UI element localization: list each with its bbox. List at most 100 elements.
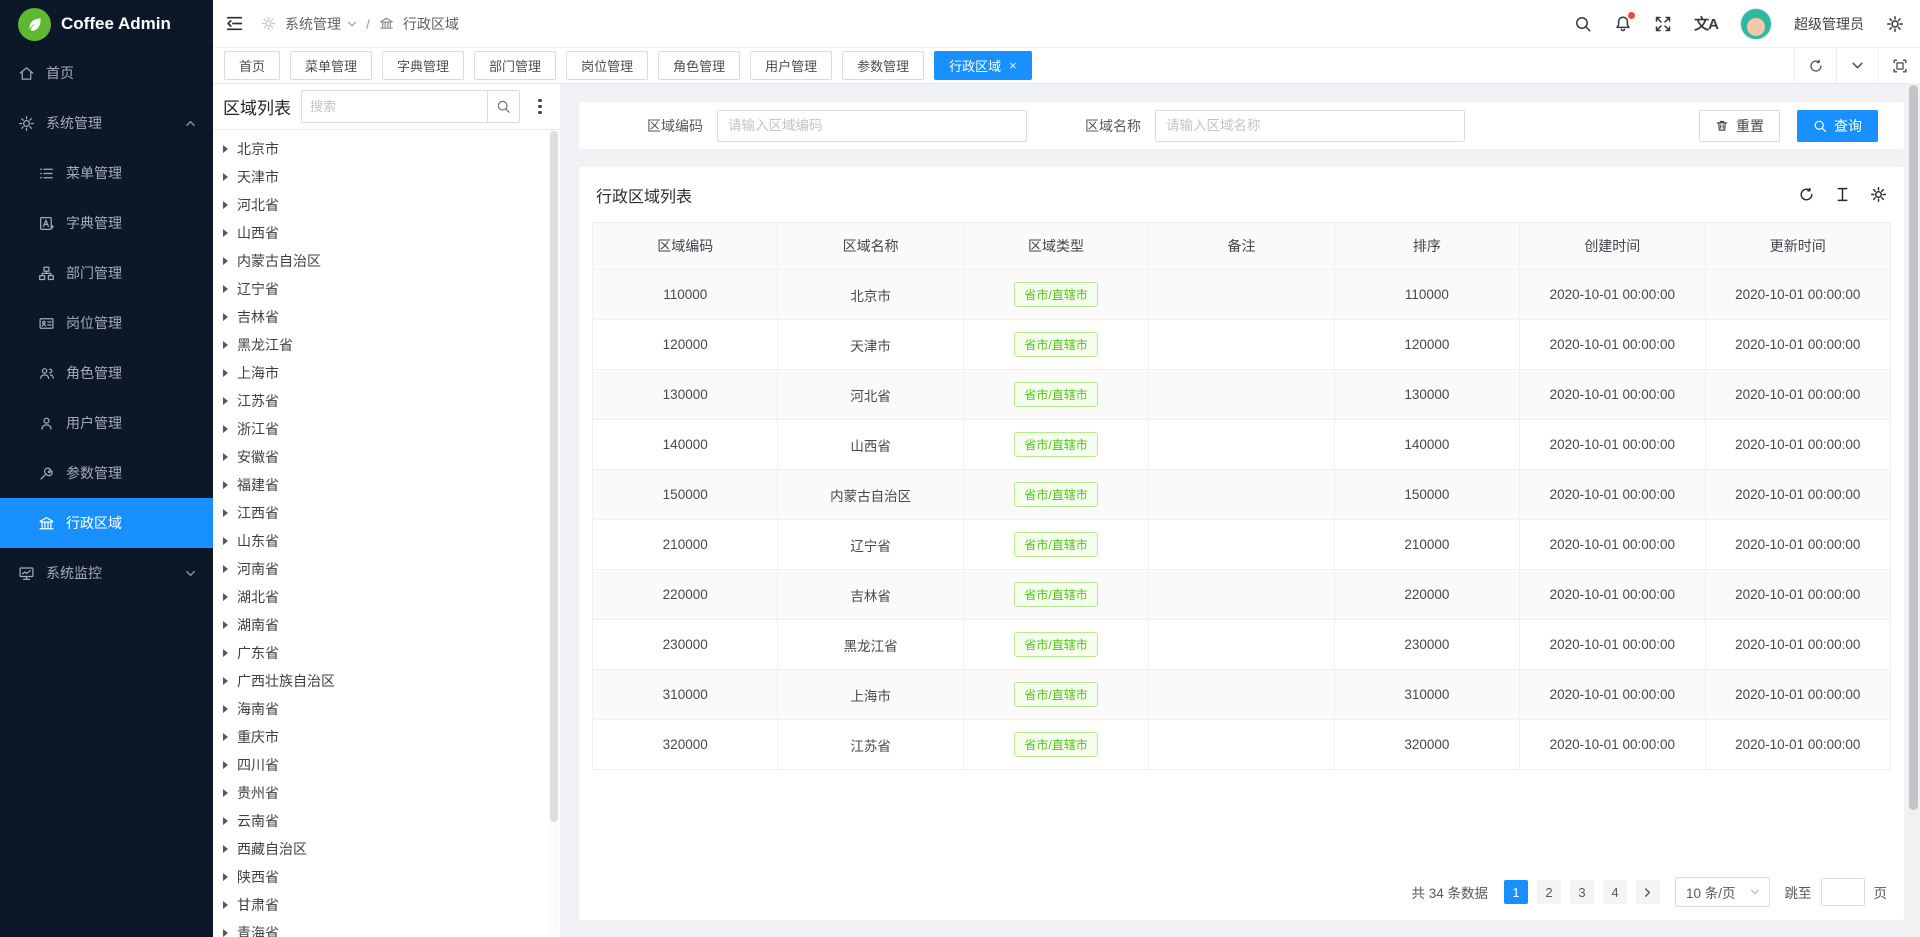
tab[interactable]: 部门管理 <box>474 51 556 80</box>
settings-gear-icon[interactable] <box>1886 15 1904 33</box>
tree-item[interactable]: 安徽省 <box>223 443 560 471</box>
tab[interactable]: 岗位管理 <box>566 51 648 80</box>
tree-item[interactable]: 广东省 <box>223 639 560 667</box>
caret-right-icon[interactable] <box>223 453 228 461</box>
tree-scrollbar-thumb[interactable] <box>550 131 558 822</box>
page-size-select[interactable]: 10 条/页 <box>1675 877 1770 907</box>
caret-right-icon[interactable] <box>223 705 228 713</box>
tree-item[interactable]: 重庆市 <box>223 723 560 751</box>
menu-fold-icon[interactable] <box>225 14 244 33</box>
caret-right-icon[interactable] <box>223 173 228 181</box>
tree-item[interactable]: 河南省 <box>223 555 560 583</box>
caret-right-icon[interactable] <box>223 621 228 629</box>
tree-item[interactable]: 湖南省 <box>223 611 560 639</box>
tree-item[interactable]: 江西省 <box>223 499 560 527</box>
search-icon[interactable] <box>1574 15 1592 33</box>
caret-right-icon[interactable] <box>223 509 228 517</box>
tab[interactable]: 首页 <box>224 51 280 80</box>
notification-bell[interactable] <box>1614 15 1632 33</box>
tree-item[interactable]: 天津市 <box>223 163 560 191</box>
translate-icon[interactable]: 文A <box>1694 13 1718 34</box>
main-scrollbar-thumb[interactable] <box>1909 85 1918 810</box>
page-button[interactable]: 3 <box>1570 880 1594 904</box>
tree-item[interactable]: 青海省 <box>223 919 560 937</box>
tab[interactable]: 行政区域 <box>934 51 1032 80</box>
caret-right-icon[interactable] <box>223 593 228 601</box>
tab[interactable]: 角色管理 <box>658 51 740 80</box>
region-name-input[interactable] <box>1155 110 1465 142</box>
caret-right-icon[interactable] <box>223 201 228 209</box>
caret-right-icon[interactable] <box>223 565 228 573</box>
tree-search-button[interactable] <box>487 91 519 122</box>
page-button[interactable]: 4 <box>1603 880 1627 904</box>
caret-right-icon[interactable] <box>223 257 228 265</box>
caret-right-icon[interactable] <box>223 649 228 657</box>
tab[interactable]: 用户管理 <box>750 51 832 80</box>
reset-button[interactable]: 重置 <box>1699 110 1780 142</box>
sidebar-item-post-mgmt[interactable]: 岗位管理 <box>0 298 213 348</box>
caret-right-icon[interactable] <box>223 537 228 545</box>
tree-item[interactable]: 内蒙古自治区 <box>223 247 560 275</box>
avatar[interactable] <box>1740 8 1772 40</box>
caret-right-icon[interactable] <box>223 733 228 741</box>
tree-item[interactable]: 山西省 <box>223 219 560 247</box>
tree-scrollbar[interactable] <box>549 131 559 935</box>
next-page-button[interactable] <box>1636 880 1660 904</box>
tree-item[interactable]: 贵州省 <box>223 779 560 807</box>
caret-right-icon[interactable] <box>223 229 228 237</box>
caret-right-icon[interactable] <box>223 901 228 909</box>
tree-item[interactable]: 湖北省 <box>223 583 560 611</box>
sidebar-item-dict-mgmt[interactable]: 字典管理 <box>0 198 213 248</box>
tab[interactable]: 菜单管理 <box>290 51 372 80</box>
tree-search-input[interactable] <box>302 91 487 122</box>
sidebar-item-param-mgmt[interactable]: 参数管理 <box>0 448 213 498</box>
tree-item[interactable]: 云南省 <box>223 807 560 835</box>
region-code-input[interactable] <box>717 110 1027 142</box>
caret-right-icon[interactable] <box>223 929 228 937</box>
tree-item[interactable]: 江苏省 <box>223 387 560 415</box>
sidebar-item-user-mgmt[interactable]: 用户管理 <box>0 398 213 448</box>
tree-item[interactable]: 西藏自治区 <box>223 835 560 863</box>
sidebar-item-menu-mgmt[interactable]: 菜单管理 <box>0 148 213 198</box>
tree-item[interactable]: 吉林省 <box>223 303 560 331</box>
page-button[interactable]: 2 <box>1537 880 1561 904</box>
caret-right-icon[interactable] <box>223 677 228 685</box>
tree-item[interactable]: 河北省 <box>223 191 560 219</box>
tree-item[interactable]: 福建省 <box>223 471 560 499</box>
tab-options-button[interactable] <box>1836 48 1878 83</box>
sidebar-item-role-mgmt[interactable]: 角色管理 <box>0 348 213 398</box>
tab[interactable]: 参数管理 <box>842 51 924 80</box>
column-settings-gear-icon[interactable] <box>1870 186 1887 203</box>
refresh-icon[interactable] <box>1798 186 1815 203</box>
caret-right-icon[interactable] <box>223 425 228 433</box>
tab[interactable]: 字典管理 <box>382 51 464 80</box>
tree-item[interactable]: 辽宁省 <box>223 275 560 303</box>
user-name[interactable]: 超级管理员 <box>1794 14 1864 34</box>
caret-right-icon[interactable] <box>223 397 228 405</box>
caret-right-icon[interactable] <box>223 845 228 853</box>
maximize-button[interactable] <box>1878 48 1920 83</box>
breadcrumb-section[interactable]: 系统管理 <box>285 14 341 34</box>
sidebar-item-home[interactable]: 首页 <box>0 48 213 98</box>
caret-right-icon[interactable] <box>223 145 228 153</box>
tree-item[interactable]: 北京市 <box>223 135 560 163</box>
caret-right-icon[interactable] <box>223 817 228 825</box>
tree-item[interactable]: 山东省 <box>223 527 560 555</box>
caret-right-icon[interactable] <box>223 369 228 377</box>
caret-right-icon[interactable] <box>223 341 228 349</box>
sidebar-item-monitor[interactable]: 系统监控 <box>0 548 213 598</box>
tree-item[interactable]: 黑龙江省 <box>223 331 560 359</box>
caret-right-icon[interactable] <box>223 481 228 489</box>
main-scrollbar[interactable] <box>1907 83 1920 937</box>
row-height-icon[interactable] <box>1834 186 1851 203</box>
caret-right-icon[interactable] <box>223 873 228 881</box>
page-button[interactable]: 1 <box>1504 880 1528 904</box>
tree-more-button[interactable] <box>530 95 550 118</box>
search-button[interactable]: 查询 <box>1797 110 1878 142</box>
caret-right-icon[interactable] <box>223 313 228 321</box>
tree-item[interactable]: 广西壮族自治区 <box>223 667 560 695</box>
fullscreen-icon[interactable] <box>1654 15 1672 33</box>
sidebar-item-dept-mgmt[interactable]: 部门管理 <box>0 248 213 298</box>
sidebar-item-system[interactable]: 系统管理 <box>0 98 213 148</box>
refresh-tab-button[interactable] <box>1794 48 1836 83</box>
